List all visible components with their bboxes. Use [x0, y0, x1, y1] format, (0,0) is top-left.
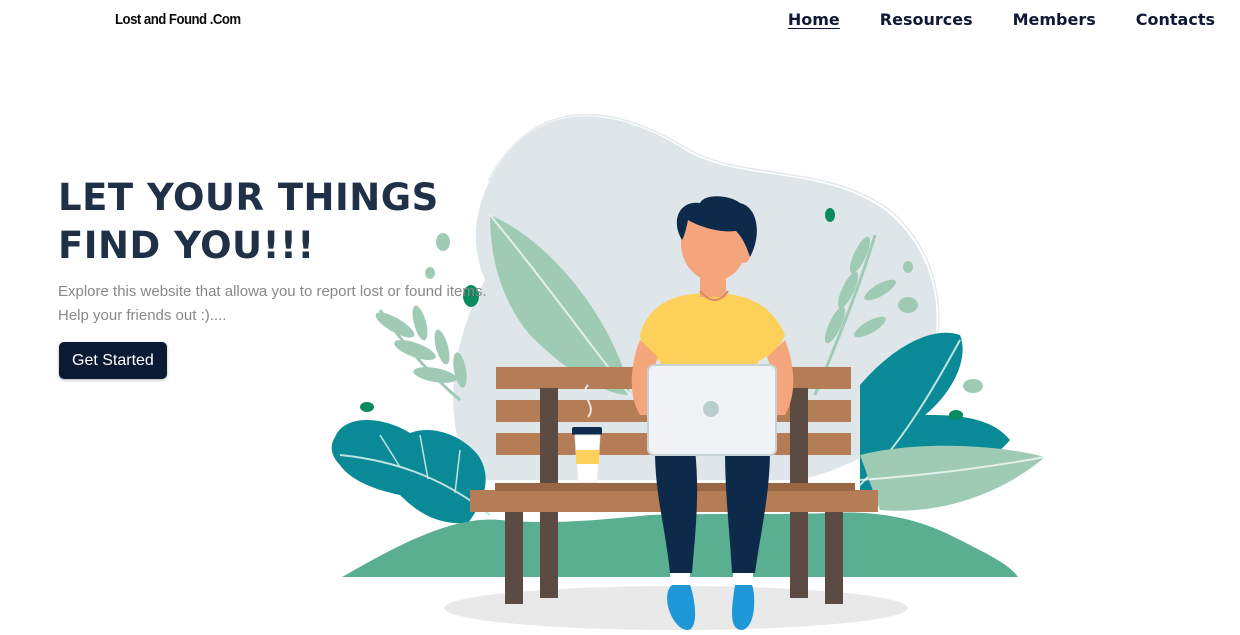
- hero-title-line1: LET YOUR THINGS: [58, 176, 439, 219]
- hero-title: LET YOUR THINGS FIND YOU!!!: [58, 174, 439, 270]
- main-nav: Home Resources Members Contacts: [788, 10, 1215, 29]
- hero-subtitle-line1: Explore this website that allowa you to …: [58, 283, 487, 300]
- nav-members[interactable]: Members: [1013, 10, 1096, 29]
- nav-contacts[interactable]: Contacts: [1136, 10, 1215, 29]
- get-started-button[interactable]: Get Started: [59, 342, 167, 379]
- hero-subtitle-line2: Help your friends out :)....: [58, 307, 227, 324]
- nav-resources[interactable]: Resources: [880, 10, 973, 29]
- hero-title-line2: FIND YOU!!!: [58, 224, 315, 267]
- hero-subtitle: Explore this website that allowa you to …: [58, 280, 487, 328]
- site-logo[interactable]: Lost and Found .Com: [115, 11, 241, 28]
- nav-home[interactable]: Home: [788, 10, 840, 29]
